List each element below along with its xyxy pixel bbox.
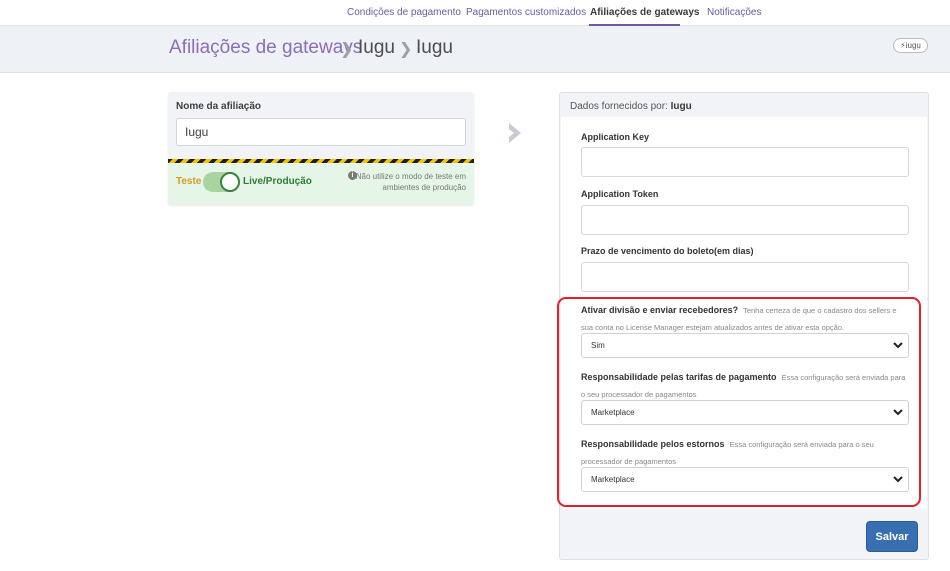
tab-notifications[interactable]: Notificações [707,7,761,18]
boleto-due-label: Prazo de vencimento do boleto(em dias) [581,246,754,256]
env-test-label: Teste [176,176,202,187]
badge-label: iugu [905,41,921,50]
breadcrumb-gateway: Iugu [358,37,395,58]
environment-toggle[interactable] [203,172,240,192]
toggle-knob [220,172,240,192]
page-header: Afiliações de gateways ❯ Iugu ❯ Iugu ⚡iu… [0,26,950,73]
env-live-label: Live/Produção [243,176,312,187]
highlight-box [557,297,921,507]
affiliation-name-input[interactable]: Iugu [176,118,466,146]
top-nav: Condições de pagamento Pagamentos custom… [0,0,950,26]
chevron-right-icon: ❯ [399,41,413,58]
affiliation-name-label: Nome da afiliação [176,101,262,112]
save-button[interactable]: Salvar [866,521,918,552]
application-key-label: Application Key [581,132,650,142]
chevron-right-icon [509,123,521,143]
breadcrumb-affiliations[interactable]: Afiliações de gateways [169,37,362,59]
chevron-right-icon: ❯ [340,41,354,58]
iugu-logo-badge: ⚡iugu [893,38,928,53]
application-token-input[interactable] [581,205,909,235]
tab-payment-conditions[interactable]: Condições de pagamento [347,7,461,18]
environment-bar: Teste Live/Produção i Não utilize o modo… [168,163,474,205]
boleto-due-input[interactable] [581,262,909,292]
provider-title: Dados fornecidos por: Iugu [570,101,692,112]
tab-custom-payments[interactable]: Pagamentos customizados [466,7,586,18]
tab-gateway-affiliations[interactable]: Afiliações de gateways [590,7,700,18]
application-key-input[interactable] [581,147,909,177]
page-title: Iugu [416,37,453,58]
application-token-label: Application Token [581,189,659,199]
affiliation-card: Nome da afiliação Iugu Teste Live/Produç… [168,92,474,205]
environment-warning: Não utilize o modo de teste em ambientes… [355,172,466,192]
